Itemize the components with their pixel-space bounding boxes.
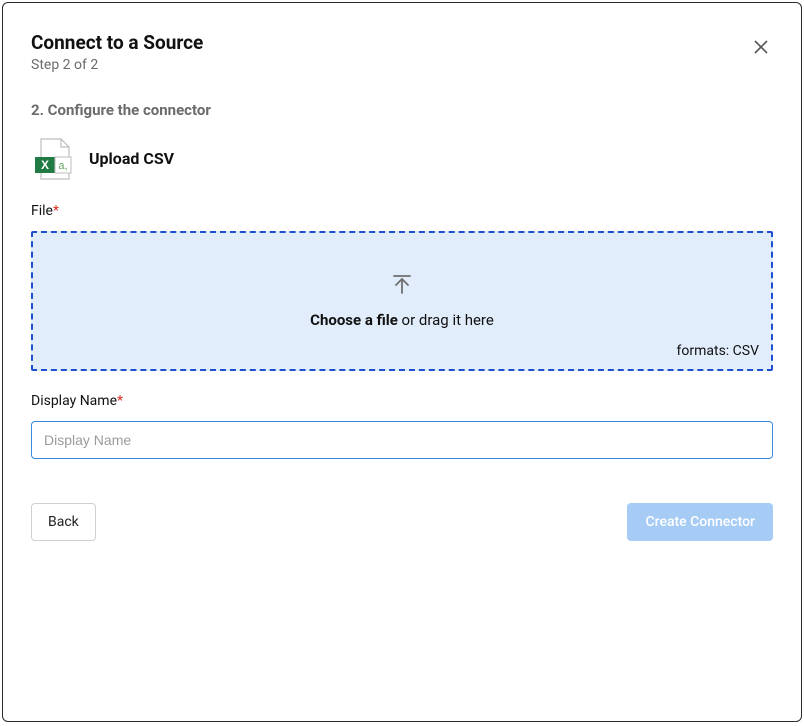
step-indicator: Step 2 of 2 — [31, 57, 203, 73]
connector-name: Upload CSV — [89, 149, 174, 168]
modal-title: Connect to a Source — [31, 31, 203, 56]
create-connector-button[interactable]: Create Connector — [627, 503, 773, 541]
close-button[interactable] — [749, 35, 773, 62]
svg-text:a,: a, — [58, 160, 67, 172]
display-name-label-text: Display Name — [31, 393, 117, 409]
csv-file-icon: X a, — [31, 137, 75, 181]
upload-arrow-icon — [390, 273, 414, 297]
required-asterisk: * — [53, 203, 59, 219]
file-label: File* — [31, 203, 773, 219]
drag-here-text: or drag it here — [398, 311, 494, 329]
connector-row: X a, Upload CSV — [31, 137, 773, 181]
choose-file-text: Choose a file — [310, 311, 398, 329]
button-row: Back Create Connector — [31, 503, 773, 541]
file-label-text: File — [31, 203, 53, 219]
formats-hint: formats: CSV — [677, 343, 760, 359]
close-icon — [753, 39, 769, 55]
back-button[interactable]: Back — [31, 503, 96, 541]
required-asterisk: * — [117, 393, 123, 409]
svg-text:X: X — [41, 158, 49, 172]
header-text: Connect to a Source Step 2 of 2 — [31, 31, 203, 73]
modal-header: Connect to a Source Step 2 of 2 — [31, 31, 773, 73]
section-heading: 2. Configure the connector — [31, 101, 773, 119]
dropzone-text: Choose a file or drag it here — [310, 311, 494, 329]
connect-source-modal: Connect to a Source Step 2 of 2 2. Confi… — [2, 2, 802, 722]
display-name-input[interactable] — [31, 421, 773, 459]
display-name-label: Display Name* — [31, 393, 773, 409]
file-dropzone[interactable]: Choose a file or drag it here formats: C… — [31, 231, 773, 371]
